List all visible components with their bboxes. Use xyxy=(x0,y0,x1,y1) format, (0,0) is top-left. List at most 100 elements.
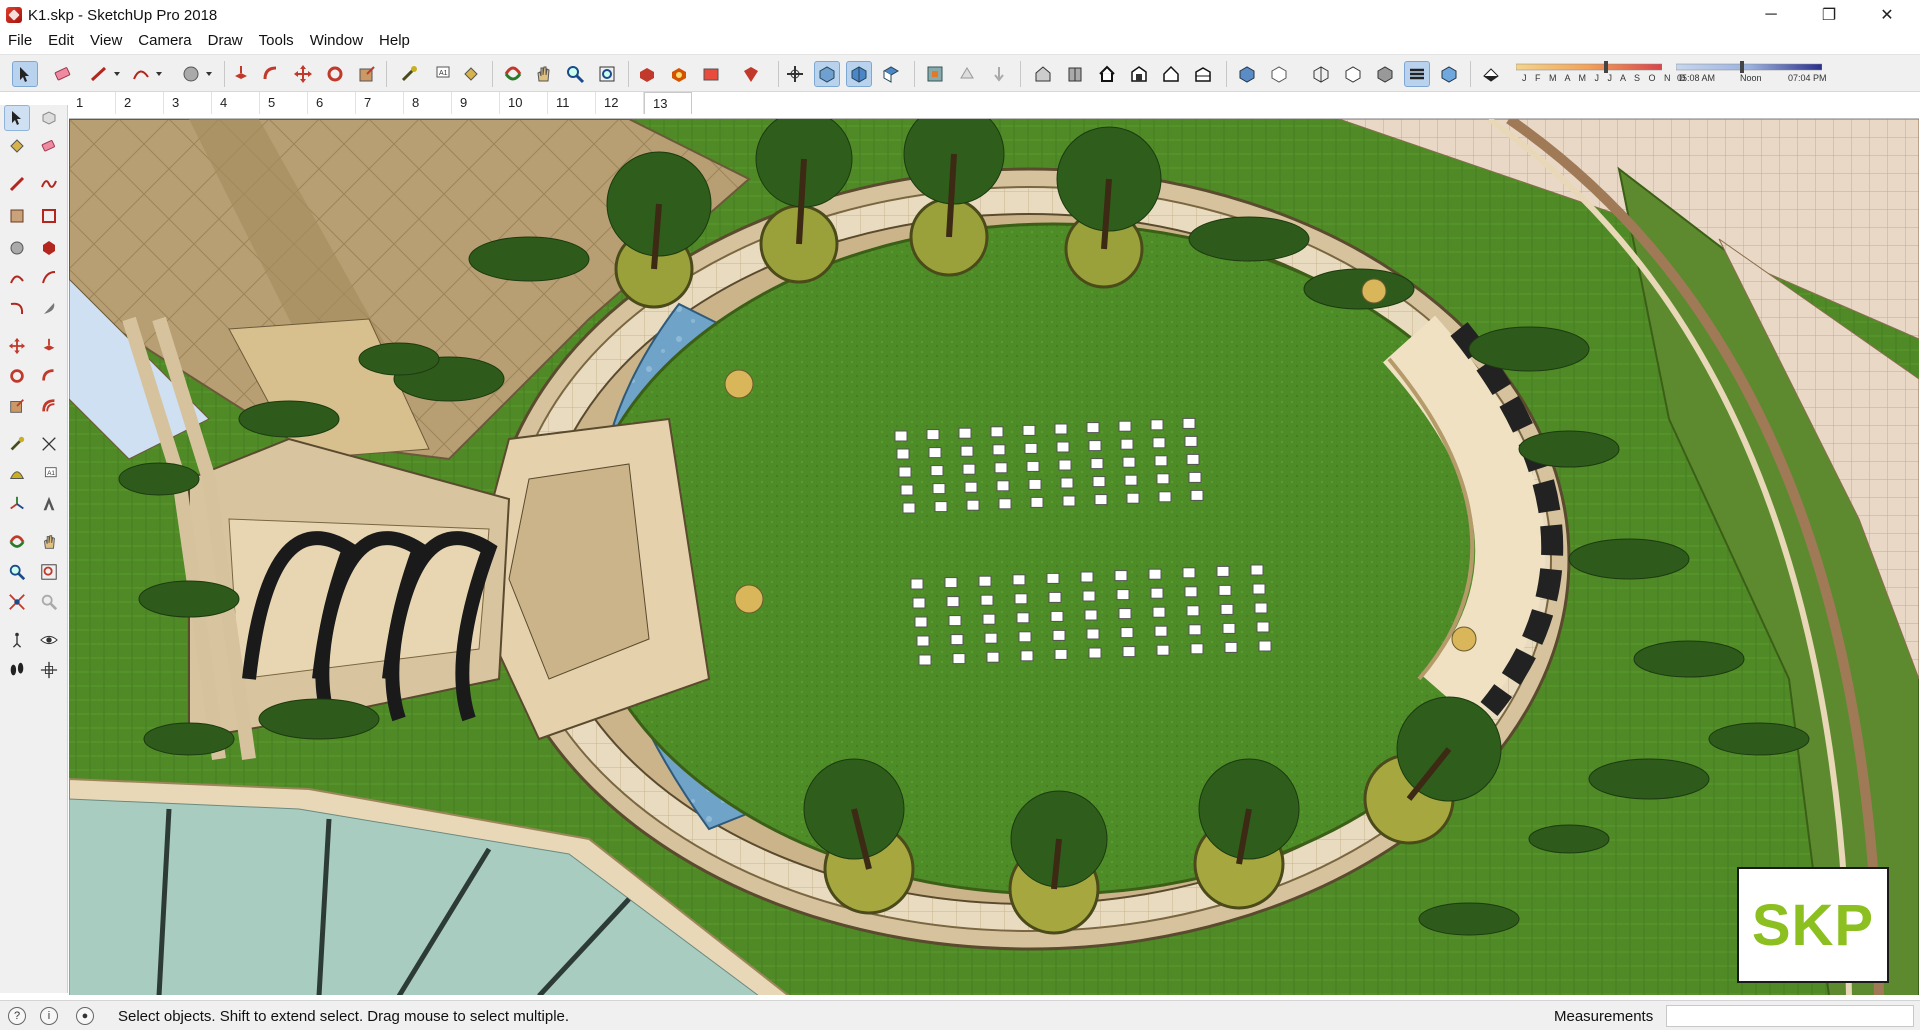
restore-button[interactable]: ❐ xyxy=(1800,0,1858,30)
position-camera-icon[interactable] xyxy=(782,61,808,87)
menu-draw[interactable]: Draw xyxy=(200,30,251,52)
line-tool-dropdown-icon[interactable] xyxy=(104,61,130,87)
scene-tab-6[interactable]: 6 xyxy=(308,92,356,114)
rotate-tool-icon[interactable] xyxy=(322,61,348,87)
follow-me-tool-icon[interactable] xyxy=(36,363,62,389)
display-section-planes-icon[interactable] xyxy=(954,61,980,87)
pie-tool-icon[interactable] xyxy=(36,295,62,321)
section-plane-tool-icon[interactable] xyxy=(36,657,62,683)
three-point-arc-tool-icon[interactable] xyxy=(4,295,30,321)
left-view-icon[interactable] xyxy=(1190,61,1216,87)
zoom-tool-icon[interactable] xyxy=(4,559,30,585)
menu-camera[interactable]: Camera xyxy=(130,30,199,52)
minimize-button[interactable]: ─ xyxy=(1742,0,1800,30)
back-view-icon[interactable] xyxy=(1158,61,1184,87)
xray-style-icon[interactable] xyxy=(1234,61,1260,87)
user-account-icon[interactable]: ● xyxy=(76,1007,94,1025)
tape-measure-tool-icon[interactable] xyxy=(4,431,30,457)
scene-tab-5[interactable]: 5 xyxy=(260,92,308,114)
move-tool-icon[interactable] xyxy=(290,61,316,87)
line-tool-icon[interactable] xyxy=(4,171,30,197)
back-edges-style-icon[interactable] xyxy=(1266,61,1292,87)
freehand-tool-icon[interactable] xyxy=(36,171,62,197)
push-pull-tool-icon[interactable] xyxy=(228,61,254,87)
polygon-tool-icon[interactable] xyxy=(36,235,62,261)
zoom-extents-tool-icon[interactable] xyxy=(594,61,620,87)
menu-view[interactable]: View xyxy=(82,30,130,52)
home-view-icon[interactable] xyxy=(1094,61,1120,87)
extension-manager-icon[interactable] xyxy=(738,61,764,87)
tape-measure-tool-icon[interactable] xyxy=(396,61,422,87)
select-tool-icon[interactable] xyxy=(4,105,30,131)
arc-tool-dropdown-icon[interactable] xyxy=(146,61,172,87)
axes-tool-icon[interactable] xyxy=(4,491,30,517)
menu-file[interactable]: File xyxy=(0,30,40,52)
scene-tab-1[interactable]: 1 xyxy=(68,92,116,114)
scale-tool-icon[interactable] xyxy=(4,393,30,419)
pan-tool-icon[interactable] xyxy=(36,529,62,555)
section-plane-icon[interactable] xyxy=(922,61,948,87)
zoom-window-tool-icon[interactable] xyxy=(36,559,62,585)
position-camera-tool-icon[interactable] xyxy=(4,627,30,653)
perspective-view-icon[interactable] xyxy=(846,61,872,87)
shaded-with-textures-style-icon[interactable] xyxy=(1404,61,1430,87)
menu-tools[interactable]: Tools xyxy=(251,30,302,52)
geolocation-icon[interactable]: ? xyxy=(8,1007,26,1025)
scene-tab-7[interactable]: 7 xyxy=(356,92,404,114)
eraser-tool-icon[interactable] xyxy=(50,61,76,87)
layout-send-icon[interactable] xyxy=(698,61,724,87)
paint-bucket-tool-icon[interactable] xyxy=(4,133,30,159)
follow-me-tool-icon[interactable] xyxy=(258,61,284,87)
credits-info-icon[interactable]: i xyxy=(40,1007,58,1025)
shaded-style-icon[interactable] xyxy=(1372,61,1398,87)
right-view-icon[interactable] xyxy=(1126,61,1152,87)
scene-tab-2[interactable]: 2 xyxy=(116,92,164,114)
3d-text-tool-icon[interactable] xyxy=(36,491,62,517)
orbit-tool-icon[interactable] xyxy=(500,61,526,87)
display-section-cuts-icon[interactable] xyxy=(986,61,1012,87)
orbit-tool-icon[interactable] xyxy=(4,529,30,555)
text-tool-icon[interactable]: A1 xyxy=(36,461,62,487)
rectangle-tool-icon[interactable] xyxy=(4,203,30,229)
scene-tab-4[interactable]: 4 xyxy=(212,92,260,114)
select-tool-icon[interactable] xyxy=(12,61,38,87)
measurements-input[interactable] xyxy=(1666,1005,1914,1027)
previous-view-icon[interactable] xyxy=(36,589,62,615)
eraser-tool-icon[interactable] xyxy=(36,133,62,159)
3d-warehouse-icon[interactable] xyxy=(634,61,660,87)
scene-tab-12[interactable]: 12 xyxy=(596,92,644,114)
scene-tab-9[interactable]: 9 xyxy=(452,92,500,114)
sketchup-app-icon[interactable] xyxy=(6,7,22,23)
move-tool-icon[interactable] xyxy=(4,333,30,359)
menu-help[interactable]: Help xyxy=(371,30,418,52)
scene-tab-13[interactable]: 13 xyxy=(644,92,692,114)
hidden-line-style-icon[interactable] xyxy=(1340,61,1366,87)
rotated-rectangle-tool-icon[interactable] xyxy=(36,203,62,229)
two-point-arc-tool-icon[interactable] xyxy=(36,265,62,291)
menu-window[interactable]: Window xyxy=(302,30,371,52)
shapes-tool-dropdown-icon[interactable] xyxy=(196,61,222,87)
close-button[interactable]: ✕ xyxy=(1858,0,1916,30)
wireframe-style-icon[interactable] xyxy=(1308,61,1334,87)
look-around-tool-icon[interactable] xyxy=(36,627,62,653)
dimension-tool-icon[interactable] xyxy=(36,431,62,457)
zoom-extents-tool-icon[interactable] xyxy=(4,589,30,615)
text-tool-icon[interactable]: A1 xyxy=(428,61,454,87)
offset-tool-icon[interactable] xyxy=(36,393,62,419)
make-component-tool-icon[interactable] xyxy=(36,105,62,131)
front-view-icon[interactable] xyxy=(1062,61,1088,87)
circle-tool-icon[interactable] xyxy=(4,235,30,261)
scale-tool-icon[interactable] xyxy=(354,61,380,87)
top-view-icon[interactable] xyxy=(878,61,904,87)
scene-tab-8[interactable]: 8 xyxy=(404,92,452,114)
shadows-toggle-icon[interactable] xyxy=(1478,61,1504,87)
scene-tab-10[interactable]: 10 xyxy=(500,92,548,114)
menu-edit[interactable]: Edit xyxy=(40,30,82,52)
rotate-tool-icon[interactable] xyxy=(4,363,30,389)
extension-warehouse-icon[interactable] xyxy=(666,61,692,87)
walk-tool-icon[interactable] xyxy=(4,657,30,683)
push-pull-tool-icon[interactable] xyxy=(36,333,62,359)
scene-tab-3[interactable]: 3 xyxy=(164,92,212,114)
scene-tab-11[interactable]: 11 xyxy=(548,92,596,114)
monochrome-style-icon[interactable] xyxy=(1436,61,1462,87)
